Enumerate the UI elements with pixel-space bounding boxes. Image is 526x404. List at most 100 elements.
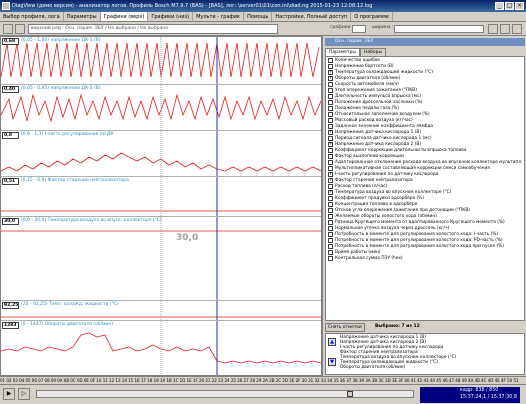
parameter-checkbox[interactable] — [328, 213, 333, 219]
parameter-label: Скорость автомобиля (км/ч) — [335, 81, 399, 87]
parameter-checkbox[interactable] — [328, 105, 333, 111]
parameter-label: Потребность в моменте для регулирования … — [335, 231, 499, 237]
parameter-checkbox[interactable] — [328, 183, 333, 189]
move-down-icon[interactable]: ▼ — [328, 358, 336, 366]
parameter-checkbox[interactable] — [328, 147, 333, 153]
parameter-checkbox[interactable]: ✓ — [328, 171, 333, 177]
plot-intake-air-temp[interactable]: 30,0 (0,0 - 30,0) Температура воздуха во… — [1, 217, 321, 301]
layout-icon[interactable] — [3, 24, 13, 34]
parameter-label: Напряжение датчика кислорода 2 (В) — [335, 141, 421, 147]
fit-icon[interactable] — [512, 24, 522, 34]
maximize-button[interactable]: □ — [505, 2, 514, 10]
parameter-checkbox[interactable] — [328, 231, 333, 237]
parameter-checkbox[interactable] — [328, 225, 333, 231]
parameter-label: Потребность в моменте для регулирования … — [335, 237, 503, 243]
plot-engine-rpm-graph — [1, 321, 321, 375]
tab-sets[interactable]: Наборы — [359, 48, 387, 56]
parameter-label: Мультипликативная составляющая коррекции… — [335, 165, 490, 171]
menu-about[interactable]: О программе — [351, 12, 393, 21]
parameter-row[interactable]: Потребность в моменте для регулирования … — [326, 237, 524, 243]
parameter-checkbox[interactable] — [328, 165, 333, 171]
plot-lambda-i-part-graph — [1, 131, 321, 176]
plot-caption: (0,05 - 0,95) напряжение ДК 2 (В) — [21, 86, 101, 91]
parameter-checkbox[interactable] — [328, 63, 333, 69]
parameter-row[interactable]: Контрольная сумма ПЗУ (hex) — [326, 255, 524, 261]
parameter-checkbox[interactable] — [328, 57, 333, 63]
parameter-checkbox[interactable] — [328, 87, 333, 93]
parameter-row[interactable]: Потребность в моменте для регулирования … — [326, 231, 524, 237]
parameter-checkbox[interactable]: ✓ — [328, 69, 333, 75]
plot-value-box: 1283 — [2, 322, 19, 329]
clear-selection-button[interactable]: Снять отметки — [325, 323, 365, 332]
parameter-row[interactable]: Адаптированное отклонение расхода воздух… — [326, 159, 524, 165]
menu-charts-top[interactable]: Графики (верх) — [100, 12, 149, 21]
plot-value-box: 0,51 — [2, 178, 19, 185]
plot-o2-sensor-2[interactable]: 0,40 (0,05 - 0,95) напряжение ДК 2 (В) — [1, 85, 321, 131]
scroll-thumb[interactable] — [347, 391, 353, 397]
plot-value-box: 30,0 — [2, 218, 19, 225]
parameter-label: Температура охлаждающей жидкости (°C) — [335, 69, 433, 75]
parameter-label: Температура воздуха во впускном коллекто… — [335, 189, 452, 195]
parameter-label: Нормальная утечка воздуха через дроссель… — [335, 225, 450, 231]
zoom-out-icon[interactable] — [500, 24, 510, 34]
parameter-checkbox[interactable] — [328, 153, 333, 159]
graphs-field[interactable] — [352, 25, 366, 33]
chart-panel: 0,68 (0,05 - 1,00) напряжение ДК 1 (В) 0… — [0, 36, 322, 376]
parameter-label: Количество ошибок — [335, 57, 381, 63]
parameter-checkbox[interactable] — [328, 237, 333, 243]
menu-help[interactable]: Помощь — [244, 12, 273, 21]
parameter-checkbox[interactable]: ✓ — [328, 75, 333, 81]
close-button[interactable]: × — [515, 2, 524, 10]
parameter-checkbox[interactable] — [328, 195, 333, 201]
log-scrollbar[interactable] — [36, 390, 414, 398]
plot-coolant-temp[interactable]: 92,25 (20 - 92,25) Темп. охлажд. жидкост… — [1, 301, 321, 321]
zoom-in-icon[interactable] — [488, 24, 498, 34]
parameter-checkbox[interactable] — [328, 201, 333, 207]
frame-info: кадр: 838 / 850 15:37:24,1 / 15:37:30,8 — [420, 387, 520, 403]
plot-lambda-i-part[interactable]: 0,8 (0,8 - 1,1) I-часть регулирования по… — [1, 131, 321, 177]
plot-caption: (0 - 1447) Обороты двигателя (об/мин) — [21, 322, 114, 327]
parameter-checkbox[interactable] — [328, 111, 333, 117]
parameter-label: Угол опережения зажигания (°ПКВ) — [335, 87, 417, 93]
minimize-button[interactable]: _ — [495, 2, 504, 10]
parameter-checkbox[interactable] — [328, 207, 333, 213]
parameter-checkbox[interactable] — [328, 249, 333, 255]
parameter-checkbox[interactable] — [328, 135, 333, 141]
move-up-icon[interactable]: ▲ — [328, 338, 336, 346]
parameter-checkbox[interactable] — [328, 99, 333, 105]
parameter-checkbox[interactable]: ✓ — [328, 177, 333, 183]
tab-parameters[interactable]: Параметры — [325, 48, 360, 56]
parameter-checkbox[interactable] — [328, 117, 333, 123]
parameter-checkbox[interactable]: ✓ — [328, 189, 333, 195]
plot-o2-sensor-1[interactable]: 0,68 (0,05 - 1,00) напряжение ДК 1 (В) — [1, 37, 321, 85]
parameter-label: Напряжение датчика кислорода 1 (В) — [335, 129, 421, 135]
parameter-row[interactable]: Разница Кругящего момента от адаптирован… — [326, 219, 524, 225]
selected-item[interactable]: Обороты двигателя (об/мин) — [340, 365, 456, 370]
parameter-checkbox[interactable] — [328, 219, 333, 225]
menu-profile[interactable]: Выбор профиля, лога — [0, 12, 64, 21]
menu-multichart[interactable]: Мульти - график — [193, 12, 245, 21]
parameter-row[interactable]: Потребность в моменте для регулирования … — [326, 243, 524, 249]
timeline-ruler: 01 02 03 04 05 06 07 08 09 0A 0B 0C 0D 0… — [0, 376, 526, 384]
parameter-checkbox[interactable] — [328, 243, 333, 249]
play-icon[interactable]: ▶ — [3, 388, 15, 400]
plot-caption: (20 - 92,25) Темп. охлажд. жидкости (°C) — [21, 302, 119, 307]
parameter-checkbox[interactable]: ✓ — [328, 141, 333, 147]
menu-charts-bottom[interactable]: Графики (низ) — [148, 12, 194, 21]
width-slider[interactable] — [394, 25, 484, 33]
plot-catalyst-aging[interactable]: 0,51 (0,15 - 0,9) Фактор старения нейтра… — [1, 177, 321, 217]
step-icon[interactable]: ▷ — [18, 388, 30, 400]
plot-engine-rpm[interactable]: 1283 (0 - 1447) Обороты двигателя (об/ми… — [1, 321, 321, 375]
parameter-checkbox[interactable] — [328, 123, 333, 129]
parameter-checkbox[interactable] — [328, 255, 333, 261]
layout-alt-icon[interactable] — [15, 24, 25, 34]
frame-counter: кадр: 838 / 850 — [460, 388, 499, 393]
panel-tabs: Параметры Наборы — [325, 48, 387, 56]
parameter-checkbox[interactable] — [328, 93, 333, 99]
menu-params[interactable]: Параметры — [64, 12, 101, 21]
parameter-label: Положение педали газа (%) — [335, 105, 399, 111]
menu-settings[interactable]: Настройки, Полный доступ — [272, 12, 352, 21]
parameter-checkbox[interactable] — [328, 159, 333, 165]
parameter-checkbox[interactable] — [328, 81, 333, 87]
parameter-checkbox[interactable]: ✓ — [328, 129, 333, 135]
